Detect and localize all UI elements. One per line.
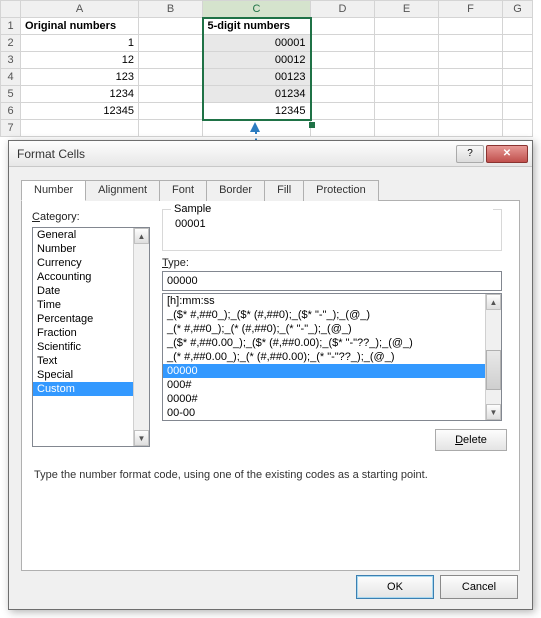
cell[interactable]: 1234 [21,86,139,103]
tab-fill[interactable]: Fill [264,180,304,201]
category-item-currency[interactable]: Currency [33,256,149,270]
category-item-special[interactable]: Special [33,368,149,382]
close-icon: ✕ [503,148,511,159]
spreadsheet-grid[interactable]: A B C D E F G 1 Original numbers 5-digit… [0,0,533,137]
scroll-down-icon[interactable]: ▼ [486,404,501,420]
scroll-up-icon[interactable]: ▲ [486,294,501,310]
dialog-titlebar[interactable]: Format Cells ? ✕ [9,141,532,167]
tab-protection[interactable]: Protection [303,180,379,201]
col-header-f[interactable]: F [439,1,503,18]
table-row[interactable]: 4 123 00123 [1,69,533,86]
cell[interactable]: 00123 [203,69,311,86]
table-row[interactable]: 2 1 00001 [1,35,533,52]
format-item[interactable]: [h]:mm:ss [163,294,501,308]
format-item[interactable]: 000# [163,378,501,392]
format-cells-dialog: Format Cells ? ✕ Number Alignment Font B… [8,140,533,610]
format-item-selected[interactable]: 00000 [163,364,501,378]
annotation-arrowhead [250,122,260,132]
format-item[interactable]: 0000# [163,392,501,406]
type-label: Type: [162,257,189,269]
fill-handle[interactable] [309,122,315,128]
ok-button[interactable]: OK [356,575,434,599]
column-headers: A B C D E F G [1,1,533,18]
cell[interactable]: 00012 [203,52,311,69]
format-list[interactable]: [h]:mm:ss _($* #,##0_);_($* (#,##0);_($*… [162,293,502,421]
cell[interactable]: 00001 [203,35,311,52]
format-item[interactable]: 00-00 [163,406,501,420]
row-header[interactable]: 5 [1,86,21,103]
dialog-title: Format Cells [17,147,454,161]
col-header-e[interactable]: E [375,1,439,18]
row-header[interactable]: 3 [1,52,21,69]
format-item[interactable]: 00-# [163,420,501,421]
format-item[interactable]: _($* #,##0_);_($* (#,##0);_($* "-"_);_(@… [163,308,501,322]
format-item[interactable]: _(* #,##0_);_(* (#,##0);_(* "-"_);_(@_) [163,322,501,336]
type-input[interactable] [162,271,502,291]
category-item-fraction[interactable]: Fraction [33,326,149,340]
help-icon: ? [467,148,473,159]
tab-alignment[interactable]: Alignment [85,180,160,201]
tab-number[interactable]: Number [21,180,86,201]
category-list[interactable]: General Number Currency Accounting Date … [32,227,150,447]
cell[interactable]: 12345 [203,103,311,120]
format-scrollbar[interactable]: ▲ ▼ [485,294,501,420]
delete-button[interactable]: Delete [435,429,507,451]
category-item-general[interactable]: General [33,228,149,242]
table-row[interactable]: 3 12 00012 [1,52,533,69]
category-item-scientific[interactable]: Scientific [33,340,149,354]
row-header[interactable]: 1 [1,18,21,35]
hint-text: Type the number format code, using one o… [34,469,428,481]
category-item-percentage[interactable]: Percentage [33,312,149,326]
sample-value: 00001 [171,218,493,230]
category-scrollbar[interactable]: ▲ ▼ [133,228,149,446]
table-row[interactable]: 7 [1,120,533,137]
col-header-b[interactable]: B [139,1,203,18]
row-header[interactable]: 2 [1,35,21,52]
tab-font[interactable]: Font [159,180,207,201]
number-panel: Category: General Number Currency Accoun… [21,201,520,571]
cell[interactable]: 5-digit numbers [203,18,311,35]
scroll-down-icon[interactable]: ▼ [134,430,149,446]
table-row[interactable]: 1 Original numbers 5-digit numbers [1,18,533,35]
cell[interactable] [139,18,203,35]
category-item-text[interactable]: Text [33,354,149,368]
category-label: Category: [32,211,80,223]
table-row[interactable]: 5 1234 01234 [1,86,533,103]
category-item-number[interactable]: Number [33,242,149,256]
col-header-c[interactable]: C [203,1,311,18]
sample-label: Sample [171,203,493,215]
help-button[interactable]: ? [456,145,484,163]
sample-box: Sample 00001 [162,209,502,251]
col-header-g[interactable]: G [503,1,533,18]
row-header[interactable]: 6 [1,103,21,120]
cancel-button[interactable]: Cancel [440,575,518,599]
cell[interactable]: 1 [21,35,139,52]
category-item-custom[interactable]: Custom [33,382,149,396]
scroll-up-icon[interactable]: ▲ [134,228,149,244]
col-header-d[interactable]: D [311,1,375,18]
category-item-time[interactable]: Time [33,298,149,312]
category-item-date[interactable]: Date [33,284,149,298]
tab-border[interactable]: Border [206,180,265,201]
category-item-accounting[interactable]: Accounting [33,270,149,284]
cell[interactable]: Original numbers [21,18,139,35]
dialog-buttons: OK Cancel [356,575,518,599]
scroll-thumb[interactable] [486,350,501,390]
table-row[interactable]: 6 12345 12345 [1,103,533,120]
cell[interactable]: 12345 [21,103,139,120]
row-header[interactable]: 4 [1,69,21,86]
close-button[interactable]: ✕ [486,145,528,163]
format-item[interactable]: _(* #,##0.00_);_(* (#,##0.00);_(* "-"??_… [163,350,501,364]
cell[interactable]: 01234 [203,86,311,103]
dialog-tabs: Number Alignment Font Border Fill Protec… [21,179,520,201]
format-item[interactable]: _($* #,##0.00_);_($* (#,##0.00);_($* "-"… [163,336,501,350]
cell[interactable]: 12 [21,52,139,69]
cell[interactable]: 123 [21,69,139,86]
col-header-a[interactable]: A [21,1,139,18]
